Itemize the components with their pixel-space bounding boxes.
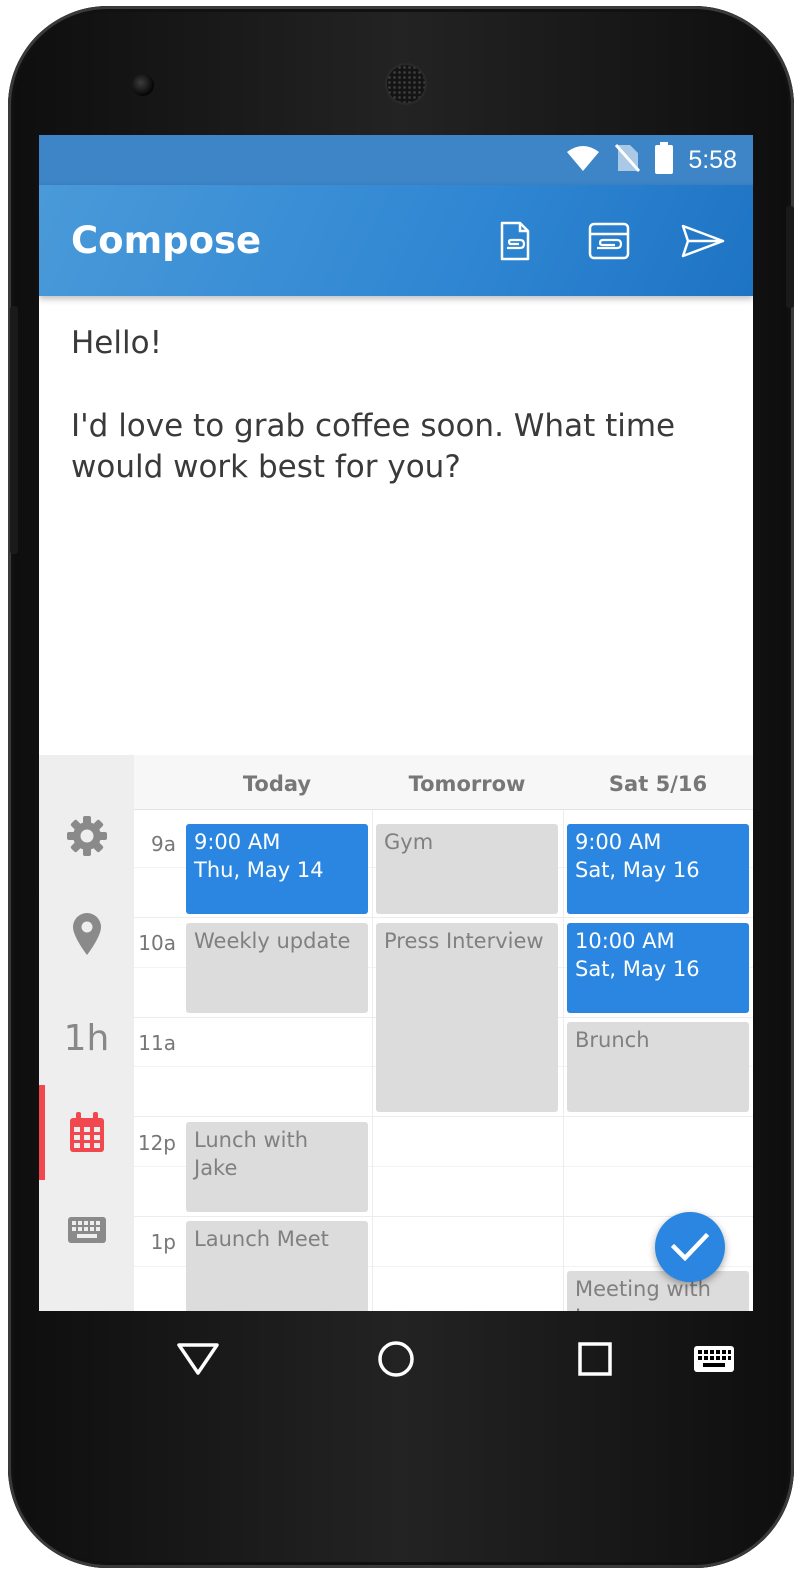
attach-card-button[interactable] <box>587 219 631 263</box>
slot-date: Sat, May 16 <box>575 957 700 981</box>
calendar-button[interactable] <box>39 1085 134 1180</box>
hour-label: 9a <box>151 832 176 856</box>
column-divider <box>372 810 373 1311</box>
slot-date: Thu, May 14 <box>194 858 324 882</box>
slot-time: 9:00 AM <box>575 830 662 854</box>
time-slot-selected[interactable]: 9:00 AM Thu, May 14 <box>186 824 368 914</box>
duration-button[interactable]: 1h <box>39 991 134 1086</box>
wifi-icon <box>566 144 600 177</box>
event-title-cont: Jake <box>194 1156 238 1180</box>
calendar-grid: Today Tomorrow Sat 5/16 9a 10a 11a 12p 1… <box>134 755 753 1311</box>
scheduler-panel: 1h Today Tomorrow Sat 5/16 9a 10a 11a 12… <box>39 755 753 1311</box>
event-title-cont: Jess <box>575 1303 741 1311</box>
event-title: Lunch with <box>194 1128 309 1152</box>
busy-event[interactable]: Press Interview <box>376 923 558 1112</box>
keyboard-icon <box>67 1216 106 1243</box>
power-button <box>786 206 794 308</box>
recents-icon <box>578 1342 612 1376</box>
status-time: 5:58 <box>688 145 737 174</box>
busy-event[interactable]: Meeting with Jess <box>567 1271 749 1311</box>
busy-event[interactable]: Gym <box>376 824 558 914</box>
grid-line <box>134 1116 753 1117</box>
hour-label: 11a <box>138 1031 176 1055</box>
attach-file-button[interactable] <box>493 219 537 263</box>
event-title: Launch Meet <box>194 1227 329 1251</box>
busy-event[interactable]: Brunch <box>567 1022 749 1112</box>
keyboard-switch-icon <box>694 1346 734 1372</box>
slot-date: Sat, May 16 <box>575 858 700 882</box>
attach-card-icon <box>588 222 630 260</box>
grid-line <box>134 917 753 918</box>
back-icon <box>177 1343 219 1375</box>
attach-file-icon <box>500 221 530 261</box>
busy-event[interactable]: Lunch with Jake <box>186 1122 368 1212</box>
app-bar: Compose <box>39 185 753 296</box>
message-text: I'd love to grab coffee soon. What time … <box>71 408 676 485</box>
event-title: Meeting with <box>575 1277 711 1301</box>
slot-time: 9:00 AM <box>194 830 281 854</box>
hour-label: 1p <box>150 1230 176 1254</box>
time-slot-selected[interactable]: 9:00 AM Sat, May 16 <box>567 824 749 914</box>
column-divider <box>563 810 564 1311</box>
day-header-sat: Sat 5/16 <box>608 772 708 796</box>
battery-icon <box>654 141 674 179</box>
keyboard-button[interactable] <box>39 1182 134 1277</box>
confirm-fab[interactable] <box>655 1212 725 1282</box>
settings-button[interactable] <box>39 788 134 883</box>
message-body[interactable]: Hello! I'd love to grab coffee soon. Wha… <box>71 323 721 530</box>
volume-button <box>10 306 18 554</box>
busy-event[interactable]: Launch Meet <box>186 1221 368 1311</box>
calendar-header: Today Tomorrow Sat 5/16 <box>134 755 753 810</box>
hour-label: 12p <box>137 1131 176 1155</box>
hour-label: 10a <box>138 931 176 955</box>
earpiece-speaker <box>387 65 425 103</box>
system-nav-bar <box>39 1311 753 1407</box>
duration-label: 1h <box>63 1018 110 1059</box>
nav-back-button[interactable] <box>170 1331 226 1387</box>
status-bar: 5:58 <box>39 135 753 185</box>
nav-home-button[interactable] <box>368 1331 424 1387</box>
event-title: Gym <box>384 830 434 854</box>
event-title: Brunch <box>575 1028 650 1052</box>
home-icon <box>378 1341 414 1377</box>
location-pin-icon <box>72 912 101 955</box>
day-header-tomorrow: Tomorrow <box>408 772 526 796</box>
busy-event[interactable]: Weekly update <box>186 923 368 1013</box>
no-sim-icon <box>614 143 641 178</box>
event-title: Weekly update <box>194 929 351 953</box>
slot-time: 10:00 AM <box>575 929 675 953</box>
front-camera <box>132 74 154 96</box>
grid-line <box>134 1216 753 1217</box>
day-header-today: Today <box>242 772 312 796</box>
screen: 5:58 Compose Hello! I'd love to grab cof… <box>39 135 753 1311</box>
event-title: Press Interview <box>384 929 544 953</box>
send-icon <box>681 224 725 258</box>
checkmark-icon <box>671 1232 709 1262</box>
message-greeting: Hello! <box>71 325 163 361</box>
location-button[interactable] <box>39 886 134 981</box>
gear-icon <box>66 815 107 856</box>
tool-rail: 1h <box>39 755 134 1311</box>
page-title: Compose <box>71 219 262 262</box>
nav-recents-button[interactable] <box>567 1331 623 1387</box>
nav-keyboard-button[interactable] <box>686 1331 742 1387</box>
calendar-icon <box>69 1111 104 1152</box>
time-slot-selected[interactable]: 10:00 AM Sat, May 16 <box>567 923 749 1013</box>
send-button[interactable] <box>681 219 725 263</box>
